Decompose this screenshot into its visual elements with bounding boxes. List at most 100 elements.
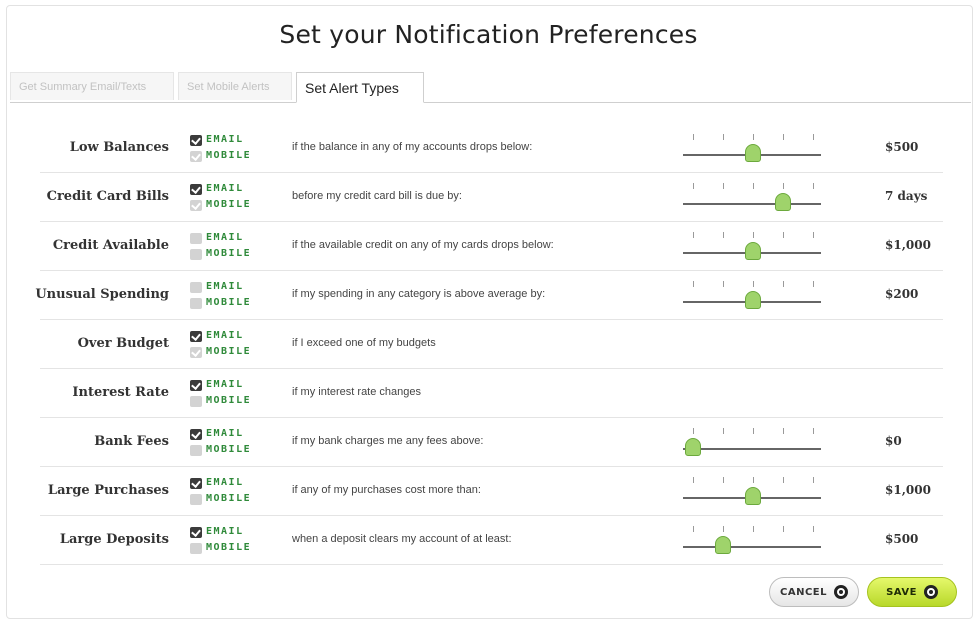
alert-type-label: Over Budget	[77, 336, 169, 351]
mobile-label: MOBILE	[206, 444, 252, 455]
slider-handle[interactable]	[744, 144, 762, 162]
slider-tick	[723, 428, 724, 434]
threshold-slider[interactable]	[683, 182, 823, 212]
mobile-checkbox[interactable]	[190, 543, 202, 554]
slider-handle[interactable]	[744, 291, 762, 309]
mobile-checkbox[interactable]	[190, 200, 202, 211]
slider-track[interactable]	[683, 203, 821, 205]
slider-tick	[813, 183, 814, 189]
email-checkbox[interactable]	[190, 135, 202, 146]
email-label: EMAIL	[206, 379, 244, 390]
email-label: EMAIL	[206, 477, 244, 488]
alert-type-label: Bank Fees	[94, 434, 169, 449]
email-checkbox[interactable]	[190, 429, 202, 440]
threshold-slider[interactable]	[683, 231, 823, 261]
mobile-label: MOBILE	[206, 150, 252, 161]
mobile-label: MOBILE	[206, 297, 252, 308]
alert-row: Credit Available EMAIL MOBILE if the availa…	[40, 221, 943, 271]
tab-summary-email-texts[interactable]: Get Summary Email/Texts	[10, 72, 174, 100]
slider-tick	[813, 232, 814, 238]
mobile-label: MOBILE	[206, 542, 252, 553]
alert-description: before my credit card bill is due by:	[292, 190, 462, 202]
mobile-label: MOBILE	[206, 346, 252, 357]
mobile-checkbox[interactable]	[190, 494, 202, 505]
slider-tick	[723, 477, 724, 483]
slider-track[interactable]	[683, 546, 821, 548]
alert-row: Large Deposits EMAIL MOBILE when a deposit …	[40, 515, 943, 565]
mobile-checkbox[interactable]	[190, 249, 202, 260]
circle-arrow-icon	[923, 585, 938, 599]
slider-tick	[753, 428, 754, 434]
email-checkbox[interactable]	[190, 282, 202, 293]
slider-tick	[693, 526, 694, 532]
threshold-slider[interactable]	[683, 525, 823, 555]
slider-tick	[783, 232, 784, 238]
alert-description: if the available credit on any of my car…	[292, 239, 554, 251]
slider-tick	[723, 232, 724, 238]
slider-handle[interactable]	[744, 242, 762, 260]
mobile-checkbox[interactable]	[190, 298, 202, 309]
slider-tick	[723, 183, 724, 189]
mobile-checkbox[interactable]	[190, 347, 202, 358]
slider-tick	[813, 526, 814, 532]
alert-description: if I exceed one of my budgets	[292, 337, 436, 349]
alert-description: when a deposit clears my account of at l…	[292, 533, 512, 545]
threshold-value: 7 days	[885, 189, 928, 203]
slider-handle[interactable]	[774, 193, 792, 211]
email-checkbox[interactable]	[190, 184, 202, 195]
email-checkbox[interactable]	[190, 527, 202, 538]
save-label: SAVE	[886, 586, 917, 598]
alert-row: Unusual Spending EMAIL MOBILE if my spendin…	[35, 270, 943, 320]
alert-row: Over Budget EMAIL MOBILE if I exceed one of…	[40, 319, 943, 369]
alert-row: Low Balances EMAIL MOBILE if the balance in…	[40, 123, 943, 173]
cancel-label: CANCEL	[780, 586, 827, 598]
tab-alert-types[interactable]: Set Alert Types	[296, 72, 424, 103]
slider-tick	[783, 281, 784, 287]
slider-tick	[813, 477, 814, 483]
email-checkbox[interactable]	[190, 331, 202, 342]
slider-handle[interactable]	[714, 536, 732, 554]
slider-tick	[813, 134, 814, 140]
slider-tick	[753, 183, 754, 189]
threshold-slider[interactable]	[683, 476, 823, 506]
cancel-button[interactable]: CANCEL	[769, 577, 859, 607]
email-checkbox[interactable]	[190, 478, 202, 489]
circle-arrow-icon	[834, 585, 848, 599]
alert-type-label: Large Deposits	[59, 532, 169, 547]
slider-handle[interactable]	[744, 487, 762, 505]
alert-type-label: Low Balances	[69, 140, 169, 155]
email-label: EMAIL	[206, 330, 244, 341]
email-label: EMAIL	[206, 281, 244, 292]
slider-tick	[753, 281, 754, 287]
slider-tick	[693, 281, 694, 287]
email-label: EMAIL	[206, 428, 244, 439]
slider-handle[interactable]	[684, 438, 702, 456]
mobile-checkbox[interactable]	[190, 445, 202, 456]
alert-description: if any of my purchases cost more than:	[292, 484, 481, 496]
threshold-slider[interactable]	[683, 280, 823, 310]
slider-tick	[693, 183, 694, 189]
email-checkbox[interactable]	[190, 233, 202, 244]
slider-tick	[753, 526, 754, 532]
threshold-slider[interactable]	[683, 133, 823, 163]
slider-tick	[723, 281, 724, 287]
email-label: EMAIL	[206, 183, 244, 194]
alert-description: if my bank charges me any fees above:	[292, 435, 484, 447]
mobile-label: MOBILE	[206, 493, 252, 504]
slider-tick	[693, 477, 694, 483]
mobile-checkbox[interactable]	[190, 396, 202, 407]
slider-tick	[753, 134, 754, 140]
email-label: EMAIL	[206, 232, 244, 243]
alert-row: Large Purchases EMAIL MOBILE if any of my p…	[40, 466, 943, 516]
threshold-slider[interactable]	[683, 427, 823, 457]
threshold-value: $0	[885, 434, 902, 448]
slider-track[interactable]	[683, 448, 821, 450]
mobile-checkbox[interactable]	[190, 151, 202, 162]
tab-mobile-alerts[interactable]: Set Mobile Alerts	[178, 72, 292, 100]
slider-tick	[753, 232, 754, 238]
mobile-label: MOBILE	[206, 395, 252, 406]
alert-row: Credit Card Bills EMAIL MOBILE before my cr…	[40, 172, 943, 222]
tab-bar: Get Summary Email/Texts Set Mobile Alert…	[10, 72, 971, 103]
email-checkbox[interactable]	[190, 380, 202, 391]
save-button[interactable]: SAVE	[867, 577, 957, 607]
